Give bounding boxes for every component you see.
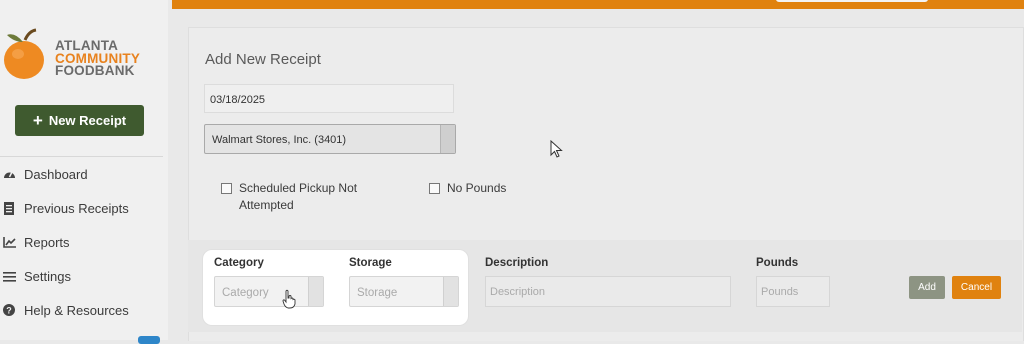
checkbox-label: Scheduled Pickup Not Attempted <box>239 181 358 212</box>
sidebar-item-label: Help & Resources <box>24 302 129 318</box>
brand-name: ATLANTA COMMUNITY FOODBANK <box>55 39 140 78</box>
sidebar-item-label: Settings <box>24 268 71 284</box>
hand-cursor-icon <box>282 289 296 309</box>
checkbox-no-pounds[interactable]: No Pounds <box>429 180 506 197</box>
notification-badge <box>138 336 160 344</box>
dropdown-arrow-icon <box>440 125 455 153</box>
cancel-button[interactable]: Cancel <box>952 276 1001 299</box>
sidebar: ATLANTA COMMUNITY FOODBANK + New Receipt… <box>0 0 168 344</box>
sidebar-item-label: Reports <box>24 234 70 250</box>
page-title: Add New Receipt <box>205 51 321 68</box>
top-search-field[interactable] <box>776 0 928 2</box>
mouse-pointer-icon <box>550 140 563 158</box>
svg-text:?: ? <box>6 306 12 316</box>
sidebar-divider <box>0 156 163 157</box>
new-receipt-button[interactable]: + New Receipt <box>15 105 144 136</box>
gauge-icon <box>2 167 16 181</box>
line-chart-icon <box>2 235 16 249</box>
checkbox-label: No Pounds <box>447 181 507 195</box>
plus-icon: + <box>32 111 43 130</box>
checkbox-box[interactable] <box>429 183 440 194</box>
sidebar-item-help[interactable]: ? Help & Resources <box>2 300 129 320</box>
sidebar-item-settings[interactable]: Settings <box>2 266 71 286</box>
add-button[interactable]: Add <box>909 276 945 299</box>
storage-label: Storage <box>349 257 392 269</box>
brand-line-3: FOODBANK <box>55 63 135 78</box>
category-select[interactable]: Category <box>214 276 324 307</box>
date-field[interactable]: 03/18/2025 <box>204 84 454 113</box>
sidebar-item-previous-receipts[interactable]: Previous Receipts <box>2 198 129 218</box>
sidebar-item-dashboard[interactable]: Dashboard <box>2 164 88 184</box>
sidebar-item-label: Dashboard <box>24 166 88 182</box>
checkbox-box[interactable] <box>221 183 232 194</box>
description-label: Description <box>485 257 549 269</box>
question-circle-icon: ? <box>2 303 16 317</box>
sliders-icon <box>2 269 16 283</box>
new-receipt-label: New Receipt <box>48 113 127 128</box>
checkbox-scheduled-pickup[interactable]: Scheduled Pickup Not Attempted <box>221 180 381 214</box>
category-select-placeholder: Category <box>222 287 269 299</box>
pounds-label: Pounds <box>756 257 799 269</box>
pounds-input[interactable]: Pounds <box>756 276 830 307</box>
storage-select[interactable]: Storage <box>349 276 459 307</box>
description-input[interactable]: Description <box>485 276 731 307</box>
vendor-select-value: Walmart Stores, Inc. (3401) <box>212 134 347 146</box>
document-icon <box>2 201 16 215</box>
storage-select-placeholder: Storage <box>357 287 398 299</box>
sidebar-item-reports[interactable]: Reports <box>2 232 70 252</box>
vendor-select[interactable]: Walmart Stores, Inc. (3401) <box>204 124 456 154</box>
dropdown-arrow-icon <box>308 277 323 306</box>
orange-fruit-icon <box>4 28 44 79</box>
sidebar-item-label: Previous Receipts <box>24 200 129 216</box>
category-label: Category <box>214 257 264 269</box>
brand-logo[interactable]: ATLANTA COMMUNITY FOODBANK <box>3 28 163 83</box>
dropdown-arrow-icon <box>443 277 458 306</box>
